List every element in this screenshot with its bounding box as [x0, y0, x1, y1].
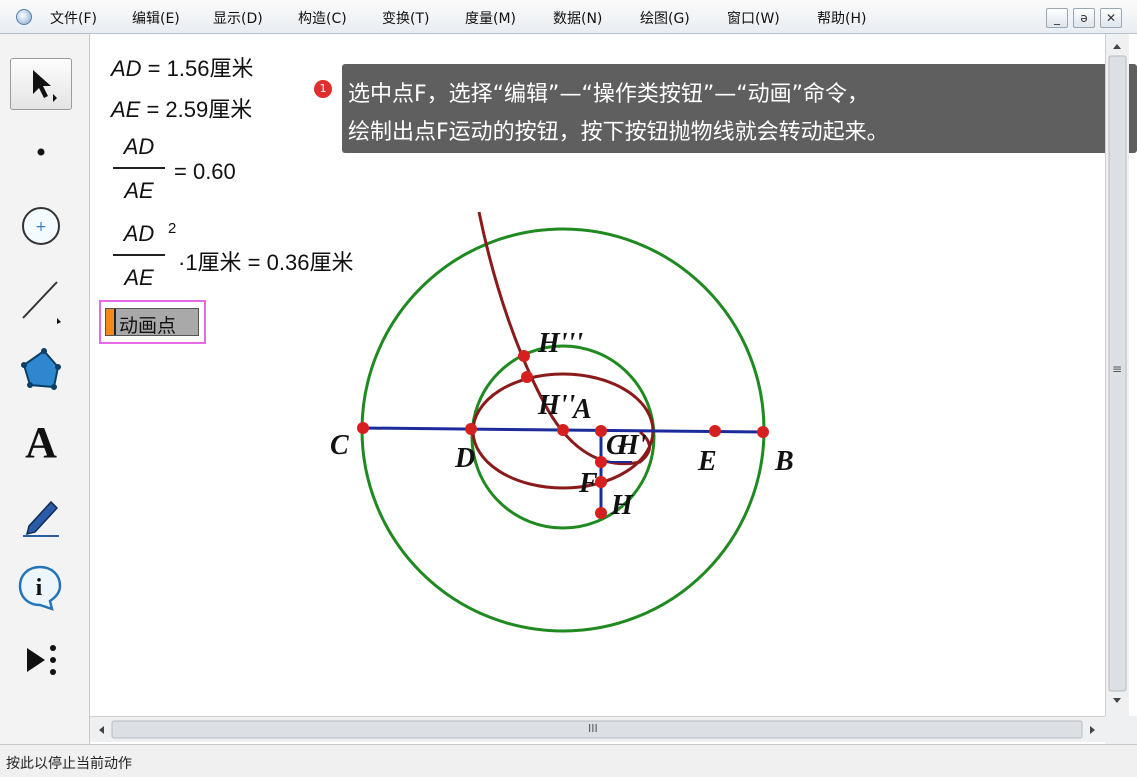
- hscroll-grip: III: [588, 722, 598, 735]
- label-E[interactable]: E: [698, 446, 717, 478]
- callout-line-1: 选中点F，选择“编辑”—“操作类按钮”—“动画”命令，: [348, 82, 870, 107]
- label-B[interactable]: B: [775, 446, 794, 478]
- measure-AD[interactable]: AD = 1.56厘米: [111, 51, 253, 83]
- horizontal-scrollbar[interactable]: III: [90, 716, 1105, 742]
- point-C[interactable]: [357, 422, 369, 434]
- callout-line-2: 绘制出点F运动的按钮，按下按钮抛物线就会转动起来。: [348, 120, 889, 145]
- animate-point-button[interactable]: 动画点: [99, 300, 206, 344]
- point-D[interactable]: [465, 423, 477, 435]
- status-bar: 按此以停止当前动作: [0, 744, 1137, 777]
- vertical-scrollbar[interactable]: ≡: [1105, 34, 1129, 716]
- point-H[interactable]: [595, 507, 607, 519]
- label-C[interactable]: C: [330, 430, 349, 462]
- point-center[interactable]: [557, 424, 569, 436]
- label-D[interactable]: D: [455, 443, 475, 475]
- step-badge: 1: [314, 80, 332, 98]
- point-E[interactable]: [709, 425, 721, 437]
- measure-AE[interactable]: AE = 2.59厘米: [111, 92, 252, 124]
- label-H-prime[interactable]: H': [617, 430, 647, 462]
- scroll-corner: [1105, 716, 1137, 744]
- point-H-triple[interactable]: [518, 350, 530, 362]
- point-B[interactable]: [757, 426, 769, 438]
- status-text: 按此以停止当前动作: [6, 756, 132, 772]
- label-H[interactable]: H: [611, 490, 633, 522]
- label-H-triple[interactable]: H''': [538, 328, 583, 360]
- instruction-callout: 选中点F，选择“编辑”—“操作类按钮”—“动画”命令， 绘制出点F运动的按钮，按…: [342, 64, 1137, 153]
- label-H-double[interactable]: H'': [538, 390, 575, 422]
- scroll-right-icon[interactable]: [1090, 726, 1095, 734]
- label-F[interactable]: F: [579, 468, 598, 500]
- scroll-left-icon[interactable]: [99, 726, 104, 734]
- scroll-down-icon[interactable]: [1113, 698, 1121, 703]
- vscroll-grip: ≡: [1112, 362, 1123, 376]
- label-A[interactable]: A: [573, 394, 592, 426]
- point-H-double[interactable]: [521, 371, 533, 383]
- scroll-up-icon[interactable]: [1113, 44, 1121, 49]
